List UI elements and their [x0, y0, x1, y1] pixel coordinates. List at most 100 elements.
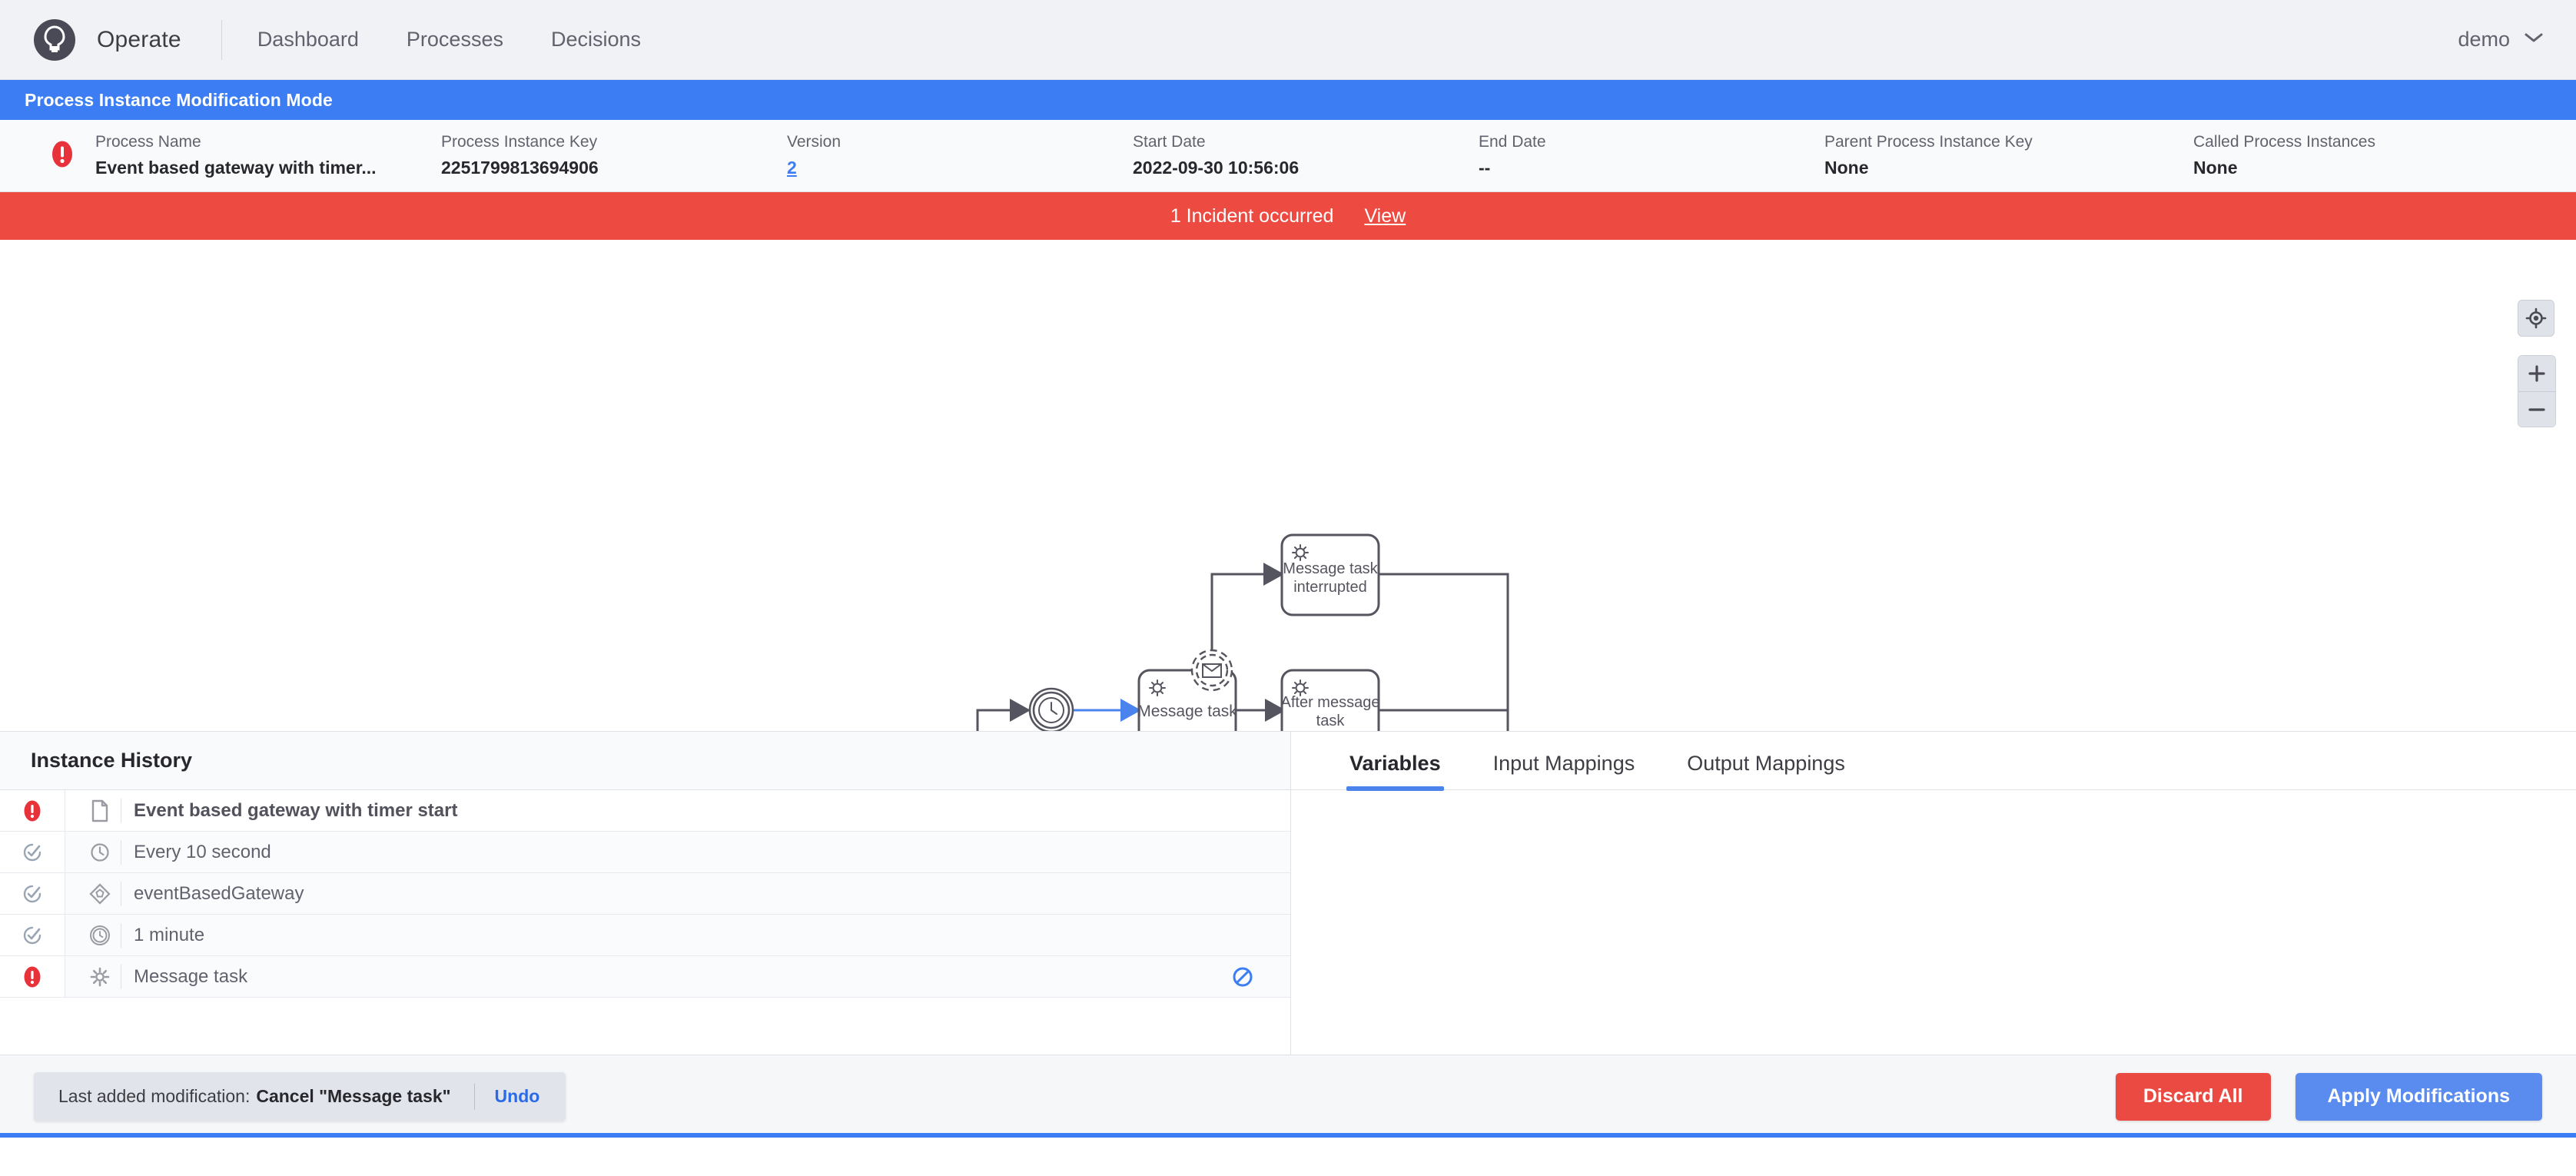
process-icon [82, 799, 118, 822]
incident-banner: 1 Incident occurred View [0, 192, 2576, 240]
instance-history-panel: Instance History [0, 732, 1291, 1055]
history-row-label: Event based gateway with timer start [134, 800, 457, 822]
history-row-message-task[interactable]: Message task [0, 956, 1290, 998]
reset-zoom-button[interactable] [2518, 300, 2554, 337]
nav-decisions[interactable]: Decisions [551, 28, 641, 51]
brand-block[interactable]: Operate [34, 19, 181, 61]
variables-panel: Variables Input Mappings Output Mappings [1291, 732, 2576, 1055]
history-row-start-event[interactable]: Every 10 second [0, 832, 1290, 873]
meta-label: Parent Process Instance Key [1824, 133, 2193, 151]
last-modification-action: Cancel "Message task" [256, 1086, 450, 1107]
meta-version: Version 2 [787, 133, 1133, 178]
completed-icon [22, 925, 43, 946]
meta-label: Process Name [95, 133, 441, 151]
footer-actions: Discard All Apply Modifications [2116, 1073, 2542, 1121]
lower-section: Instance History [0, 732, 2576, 1055]
meta-called-process-instances: Called Process Instances None [2193, 133, 2516, 178]
last-modification-divider [474, 1084, 475, 1110]
row-node-cell: Message task [65, 956, 1290, 997]
incident-view-link[interactable]: View [1364, 205, 1406, 228]
user-menu[interactable]: demo [2458, 28, 2544, 51]
apply-modifications-button[interactable]: Apply Modifications [2295, 1073, 2543, 1121]
instance-history-header: Instance History [0, 732, 1290, 790]
meta-columns: Process Name Event based gateway with ti… [95, 133, 2576, 178]
meta-end-date: End Date -- [1479, 133, 1824, 178]
tab-variables[interactable]: Variables [1323, 752, 1467, 789]
meta-process-name: Process Name Event based gateway with ti… [95, 133, 441, 178]
meta-value: Event based gateway with timer... [95, 158, 441, 178]
history-row-timer[interactable]: 1 minute [0, 915, 1290, 956]
error-icon [21, 965, 44, 988]
instance-meta-bar: Process Name Event based gateway with ti… [0, 120, 2576, 192]
bpmn-diagram-canvas[interactable]: 1 [0, 240, 2576, 732]
timer-start-icon [82, 842, 118, 863]
row-node-cell: Every 10 second [65, 832, 1290, 872]
incident-count-label: 1 Incident occurred [1170, 205, 1334, 228]
label-after-message-task-2: task [1316, 713, 1346, 729]
history-row-process[interactable]: Event based gateway with timer start [0, 790, 1290, 832]
meta-label: End Date [1479, 133, 1824, 151]
tab-input-mappings[interactable]: Input Mappings [1467, 752, 1661, 789]
history-row-label: Every 10 second [134, 842, 271, 863]
meta-label: Called Process Instances [2193, 133, 2516, 151]
zoom-in-out-group [2518, 355, 2556, 427]
timer-intermediate-icon [82, 924, 118, 947]
modification-footer: Last added modification: Cancel "Message… [0, 1055, 2576, 1138]
bpmn-diagram-svg: 1 [0, 240, 2576, 732]
top-navigation-bar: Operate Dashboard Processes Decisions de… [0, 0, 2576, 80]
meta-value: None [2193, 158, 2516, 178]
completed-icon [22, 883, 43, 905]
label-after-message-task: After message [1281, 694, 1380, 711]
meta-label: Process Instance Key [441, 133, 787, 151]
plus-icon [2527, 364, 2547, 384]
meta-value: 2251799813694906 [441, 158, 787, 178]
meta-value: None [1824, 158, 2193, 178]
zoom-in-button[interactable] [2518, 356, 2555, 391]
last-modification-prefix: Last added modification: [58, 1086, 250, 1107]
label-message-task-interrupted-2: interrupted [1293, 579, 1367, 596]
label-message-task-interrupted: Message task [1283, 560, 1378, 577]
brand-name: Operate [97, 27, 181, 53]
discard-all-button[interactable]: Discard All [2116, 1073, 2271, 1121]
bpmn-node-timer-top[interactable] [1030, 689, 1073, 732]
row-node-cell: Event based gateway with timer start [65, 790, 686, 831]
row-state [0, 883, 65, 905]
tab-output-mappings[interactable]: Output Mappings [1661, 752, 1871, 789]
meta-parent-process-instance-key: Parent Process Instance Key None [1824, 133, 2193, 178]
last-modification-bar: Last added modification: Cancel "Message… [34, 1072, 566, 1121]
minus-icon [2527, 400, 2547, 420]
version-link[interactable]: 2 [787, 158, 1133, 178]
event-gateway-icon [82, 882, 118, 905]
meta-value: -- [1479, 158, 1824, 178]
instance-history-rows: Event based gateway with timer start [0, 790, 1290, 1055]
undo-button[interactable]: Undo [495, 1086, 559, 1107]
bpmn-boundary-message-event[interactable] [1192, 650, 1232, 690]
row-state [0, 799, 65, 822]
history-row-label: Message task [134, 966, 247, 988]
operate-app: Operate Dashboard Processes Decisions de… [0, 0, 2576, 1176]
error-icon [21, 799, 44, 822]
error-icon [48, 139, 77, 172]
history-row-label: 1 minute [134, 925, 204, 946]
variables-tabs: Variables Input Mappings Output Mappings [1291, 732, 2576, 790]
history-row-event-gateway[interactable]: eventBasedGateway [0, 873, 1290, 915]
variables-content [1291, 790, 2576, 1055]
meta-start-date: Start Date 2022-09-30 10:56:06 [1133, 133, 1479, 178]
history-row-label: eventBasedGateway [134, 883, 304, 905]
crosshair-icon [2525, 307, 2547, 329]
meta-value: 2022-09-30 10:56:06 [1133, 158, 1479, 178]
nav-dashboard[interactable]: Dashboard [257, 28, 359, 51]
chevron-down-icon [2524, 32, 2544, 48]
instance-history-title: Instance History [31, 749, 192, 772]
diagram-zoom-controls [2518, 300, 2556, 427]
nav-divider [221, 20, 222, 60]
modification-mode-banner: Process Instance Modification Mode [0, 80, 2576, 120]
row-state [0, 965, 65, 988]
row-state [0, 842, 65, 863]
zoom-out-button[interactable] [2518, 391, 2555, 427]
row-state [0, 925, 65, 946]
nav-processes[interactable]: Processes [407, 28, 503, 51]
cancel-icon[interactable] [1230, 965, 1255, 989]
meta-label: Start Date [1133, 133, 1479, 151]
meta-process-instance-key: Process Instance Key 2251799813694906 [441, 133, 787, 178]
